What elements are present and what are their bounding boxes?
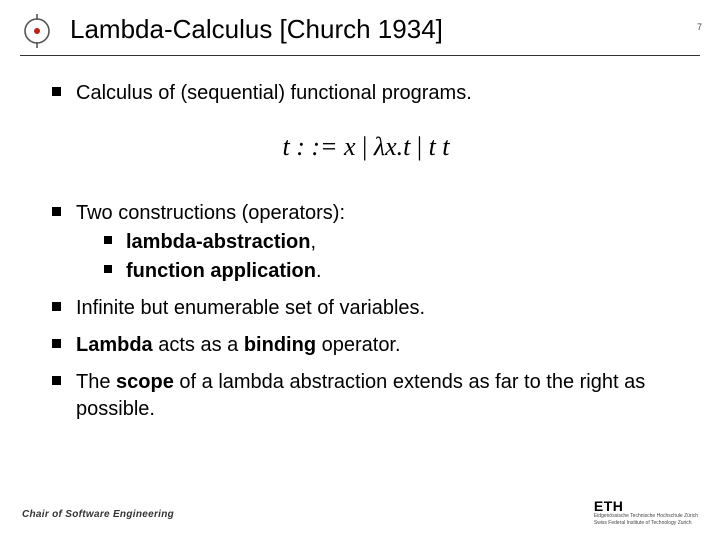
bullet-strong: Lambda: [76, 334, 153, 356]
page-number: 7: [697, 22, 702, 32]
eth-sub2: Swiss Federal Institute of Technology Zu…: [594, 521, 698, 527]
bullet-strong: scope: [116, 371, 174, 393]
bullet-item: Calculus of (sequential) functional prog…: [52, 80, 680, 107]
slide-body: Calculus of (sequential) functional prog…: [0, 56, 720, 423]
eth-logo-text: ETH: [594, 499, 698, 513]
bullet-text: operator.: [316, 334, 401, 356]
slide: Lambda-Calculus [Church 1934] 7 Calculus…: [0, 0, 720, 540]
bullet-item: Infinite but enumerable set of variables…: [52, 295, 680, 322]
footer-affiliation: ETH Eidgenössische Technische Hochschule…: [594, 499, 698, 526]
bullet-text: acts as a: [153, 334, 244, 356]
sub-bullet-text: function application: [126, 260, 316, 282]
bullet-text: Calculus of (sequential) functional prog…: [76, 82, 472, 104]
formula-sep: |: [362, 132, 374, 161]
bullet-item: The scope of a lambda abstraction extend…: [52, 369, 680, 423]
punct: .: [316, 260, 322, 282]
sub-bullet-item: function application.: [104, 258, 680, 285]
formula: t : := x | λx.t | t t: [52, 129, 680, 164]
formula-part: t : := x: [282, 132, 355, 161]
bullet-item: Two constructions (operators): lambda-ab…: [52, 200, 680, 285]
bullet-text: The: [76, 371, 116, 393]
header: Lambda-Calculus [Church 1934]: [0, 0, 720, 51]
slide-title: Lambda-Calculus [Church 1934]: [70, 14, 720, 45]
sub-bullet-item: lambda-abstraction,: [104, 229, 680, 256]
sub-bullet-text: lambda-abstraction: [126, 231, 310, 253]
formula-sep: |: [417, 132, 429, 161]
bullet-text: Two constructions (operators):: [76, 202, 345, 224]
formula-part: λx.t: [374, 132, 411, 161]
footer-chair: Chair of Software Engineering: [22, 509, 174, 520]
eth-sub1: Eidgenössische Technische Hochschule Zür…: [594, 514, 698, 520]
bullet-item: Lambda acts as a binding operator.: [52, 332, 680, 359]
punct: ,: [310, 231, 316, 253]
bullet-text: Infinite but enumerable set of variables…: [76, 297, 425, 319]
bullet-strong: binding: [244, 334, 316, 356]
formula-part: t t: [429, 132, 450, 161]
